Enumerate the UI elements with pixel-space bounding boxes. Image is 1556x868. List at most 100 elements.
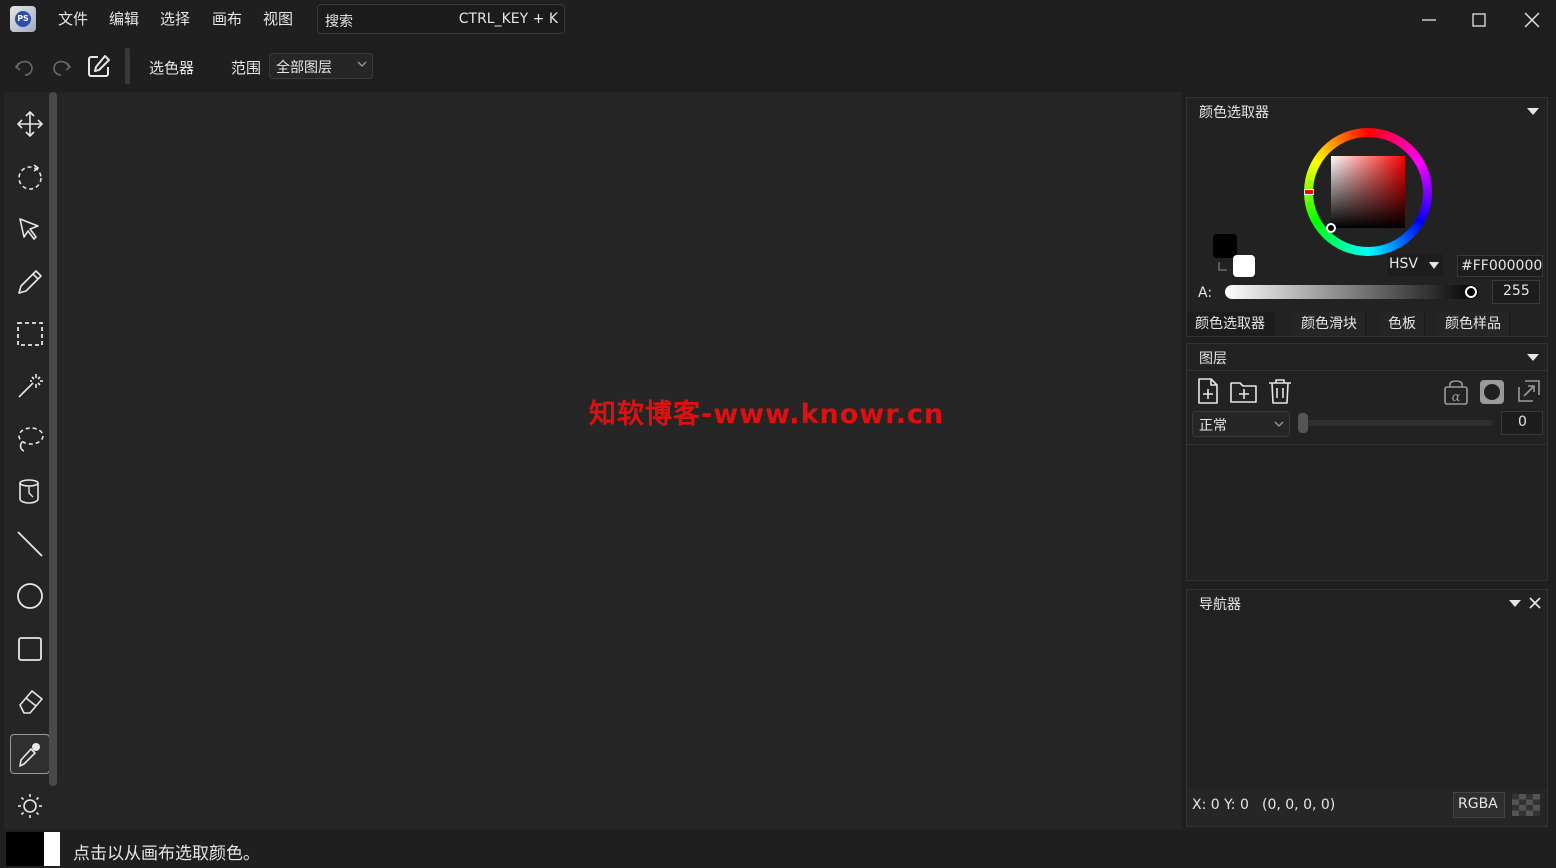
tool-options-bar: 选色器 范围 全部图层 — [0, 40, 1556, 92]
tool-paint-bucket[interactable] — [10, 471, 50, 511]
paint-bucket-icon — [19, 479, 39, 504]
menu-view[interactable]: 视图 — [263, 8, 293, 29]
tool-move[interactable] — [10, 104, 50, 144]
range-select-value: 全部图层 — [276, 60, 332, 76]
saturation-value-square[interactable] — [1331, 156, 1405, 228]
close-icon[interactable] — [1520, 8, 1544, 32]
alpha-label: A: — [1198, 285, 1213, 301]
primary-color-swatch[interactable] — [1213, 234, 1237, 258]
menu-canvas[interactable]: 画布 — [212, 8, 242, 29]
move-icon — [16, 110, 44, 138]
search-shortcut: CTRL_KEY + K — [458, 11, 558, 27]
layer-mask-icon[interactable] — [1479, 379, 1505, 405]
tool-lasso[interactable] — [10, 419, 50, 459]
tool-color-picker[interactable] — [10, 734, 50, 774]
close-icon[interactable] — [1529, 597, 1541, 609]
rgba-format-button[interactable]: RGBA — [1453, 792, 1505, 818]
new-folder-icon[interactable] — [1229, 377, 1259, 405]
hex-value: #FF000000 — [1461, 258, 1543, 274]
tool-eraser[interactable] — [10, 681, 50, 721]
minimize-icon[interactable] — [1417, 8, 1441, 32]
hue-handle[interactable] — [1304, 189, 1314, 195]
tab-color-samples[interactable]: 颜色样品 — [1437, 312, 1510, 336]
alpha-input[interactable]: 255 — [1492, 280, 1540, 304]
tool-magic-wand[interactable] — [10, 366, 50, 406]
tools-scrollbar[interactable] — [49, 92, 57, 786]
search-placeholder: 搜索 — [325, 14, 353, 30]
tool-pencil[interactable] — [10, 262, 50, 302]
svg-text:α: α — [1452, 390, 1461, 405]
brightness-icon — [18, 794, 42, 818]
ellipse-icon — [17, 583, 43, 609]
trash-icon[interactable] — [1267, 377, 1293, 405]
search-input[interactable]: 搜索 CTRL_KEY + K — [317, 4, 565, 34]
pencil-icon — [18, 270, 42, 294]
secondary-color-swatch[interactable] — [1233, 255, 1255, 277]
opacity-slider[interactable] — [1299, 420, 1493, 426]
tool-rotate[interactable] — [10, 157, 50, 197]
merge-layer-icon[interactable] — [1515, 377, 1543, 405]
cursor-coordinates: X: 0 Y: 0 — [1192, 797, 1249, 813]
menu-select[interactable]: 选择 — [160, 8, 190, 29]
rgba-format-label: RGBA — [1458, 796, 1498, 812]
rectangle-icon — [18, 637, 42, 661]
color-mode-value: HSV — [1389, 256, 1418, 272]
magic-wand-icon — [18, 374, 43, 398]
pointer-icon — [19, 218, 39, 240]
layers-list[interactable] — [1187, 445, 1547, 580]
sv-handle[interactable] — [1326, 223, 1336, 233]
collapse-caret-icon[interactable] — [1527, 354, 1539, 361]
lock-alpha-icon[interactable]: α — [1443, 377, 1469, 405]
transparency-preview-icon — [1512, 794, 1540, 816]
status-secondary-swatch[interactable] — [44, 832, 60, 866]
tool-brightness[interactable] — [10, 786, 50, 826]
pixel-rgba-value: (0, 0, 0, 0) — [1262, 797, 1336, 813]
chevron-down-icon — [1429, 262, 1439, 269]
menu-file[interactable]: 文件 — [58, 8, 88, 29]
navigator-preview[interactable] — [1187, 616, 1547, 786]
opacity-input-value: 0 — [1518, 414, 1527, 430]
color-mode-select[interactable]: HSV — [1387, 254, 1443, 276]
alpha-slider-handle[interactable] — [1465, 286, 1477, 298]
color-picker-icon — [19, 743, 40, 767]
navigator-panel: 导航器 X: 0 Y: 0 (0, 0, 0, 0) RGBA — [1186, 589, 1548, 827]
range-select[interactable]: 全部图层 — [269, 53, 373, 79]
status-message: 点击以从画布选取颜色。 — [73, 844, 260, 864]
tool-rectangle[interactable] — [10, 629, 50, 669]
color-picker-title: 颜色选取器 — [1199, 105, 1269, 121]
tab-color-sliders[interactable]: 颜色滑块 — [1293, 312, 1366, 336]
tab-color-picker[interactable]: 颜色选取器 — [1187, 312, 1274, 336]
opacity-input[interactable]: 0 — [1501, 411, 1543, 435]
toolbar-divider — [125, 48, 130, 84]
range-label: 范围 — [231, 59, 262, 77]
tool-select-pointer[interactable] — [10, 209, 50, 249]
current-tool-label: 选色器 — [149, 59, 195, 77]
layers-title: 图层 — [1199, 351, 1227, 367]
maximize-icon[interactable] — [1467, 8, 1491, 32]
tool-line[interactable] — [10, 524, 50, 564]
tool-rect-select[interactable] — [10, 314, 50, 354]
lasso-icon — [18, 427, 44, 452]
alpha-slider[interactable] — [1225, 285, 1478, 299]
menu-edit[interactable]: 编辑 — [109, 8, 139, 29]
undo-icon[interactable] — [11, 53, 37, 79]
blend-mode-value: 正常 — [1199, 418, 1227, 434]
collapse-caret-icon[interactable] — [1509, 600, 1521, 607]
alpha-input-value: 255 — [1503, 283, 1530, 299]
title-bar: PS 文件 编辑 选择 画布 视图 搜索 CTRL_KEY + K — [0, 0, 1556, 40]
tab-palette[interactable]: 色板 — [1380, 312, 1425, 336]
color-picker-panel: 颜色选取器 HSV #FF000000 A: 255 颜色选取器 颜色滑块 色板… — [1186, 97, 1548, 337]
redo-icon[interactable] — [49, 53, 75, 79]
new-layer-icon[interactable] — [1195, 377, 1221, 405]
hex-input[interactable]: #FF000000 — [1457, 255, 1543, 277]
layers-panel: 图层 α 正常 0 — [1186, 343, 1548, 581]
chevron-down-icon — [357, 61, 367, 67]
tool-ellipse[interactable] — [10, 576, 50, 616]
blend-mode-select[interactable]: 正常 — [1192, 411, 1290, 437]
opacity-slider-handle[interactable] — [1298, 413, 1308, 433]
swap-colors-icon[interactable] — [1217, 260, 1229, 272]
edit-icon[interactable] — [86, 53, 112, 79]
collapse-caret-icon[interactable] — [1527, 108, 1539, 115]
status-primary-swatch[interactable] — [6, 832, 44, 866]
canvas-area[interactable] — [62, 92, 1182, 829]
